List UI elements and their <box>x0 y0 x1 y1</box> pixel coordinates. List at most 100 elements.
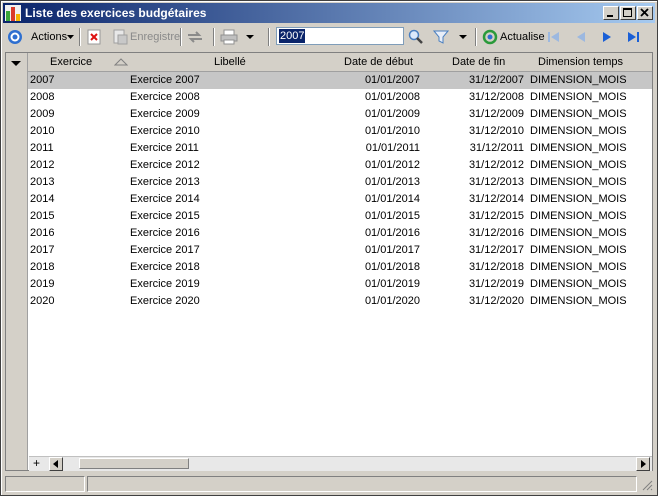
cell-dimension: DIMENSION_MOIS <box>530 261 627 273</box>
chevron-down-icon <box>67 35 75 39</box>
add-row-button[interactable]: + <box>33 457 40 470</box>
cell-dimension: DIMENSION_MOIS <box>530 125 627 137</box>
main-window: Liste des exercices budgétaires Actions <box>0 0 658 496</box>
cell-exercice: 2018 <box>30 261 55 273</box>
table-row[interactable]: 2018 Exercice 2018 01/01/2018 31/12/2018 DIM… <box>28 259 652 276</box>
scroll-left-button[interactable] <box>49 457 63 471</box>
cell-fin: 31/12/2019 <box>468 278 524 290</box>
chevron-down-icon <box>11 61 21 66</box>
cell-exercice: 2011 <box>30 142 54 154</box>
close-button[interactable] <box>637 6 653 20</box>
cell-fin: 31/12/2015 <box>468 210 524 222</box>
window-title: Liste des exercices budgétaires <box>25 6 207 20</box>
nav-next-button[interactable] <box>599 27 615 47</box>
table-row[interactable]: 2016 Exercice 2016 01/01/2016 31/12/2016 DIM… <box>28 225 652 242</box>
cell-libelle: Exercice 2020 <box>130 295 200 307</box>
print-button[interactable] <box>220 27 238 47</box>
arrow-right-icon <box>641 460 646 468</box>
cell-libelle: Exercice 2008 <box>130 91 200 103</box>
table-row[interactable]: 2011 Exercice 2011 01/01/2011 31/12/2011 DIM… <box>28 140 652 157</box>
minimize-button[interactable] <box>603 6 619 20</box>
cell-fin: 31/12/2014 <box>468 193 524 205</box>
nav-last-button[interactable] <box>625 27 641 47</box>
column-header-date-fin[interactable]: Date de fin <box>452 56 505 68</box>
cell-libelle: Exercice 2017 <box>130 244 200 256</box>
cell-dimension: DIMENSION_MOIS <box>530 159 627 171</box>
printer-icon <box>220 29 238 45</box>
cell-debut: 01/01/2013 <box>364 176 420 188</box>
search-button[interactable] <box>407 27 425 47</box>
cell-exercice: 2015 <box>30 210 55 222</box>
column-header-libelle[interactable]: Libellé <box>214 56 246 68</box>
refresh-button[interactable]: Actualise <box>482 27 545 47</box>
filter-dropdown-button[interactable] <box>459 27 467 47</box>
cell-fin: 31/12/2020 <box>468 295 524 307</box>
minimize-icon <box>607 15 613 17</box>
table-row[interactable]: 2015 Exercice 2015 01/01/2015 31/12/2015 DIM… <box>28 208 652 225</box>
cell-libelle: Exercice 2013 <box>130 176 200 188</box>
table-row[interactable]: 2007 Exercice 2007 01/01/2007 31/12/2007 DIM… <box>28 72 652 89</box>
column-chooser-button[interactable] <box>11 58 21 70</box>
table-row[interactable]: 2009 Exercice 2009 01/01/2009 31/12/2009 DIM… <box>28 106 652 123</box>
status-panel <box>5 476 85 492</box>
cell-debut: 01/01/2010 <box>364 125 420 137</box>
cell-exercice: 2019 <box>30 278 55 290</box>
column-header-exercice[interactable]: Exercice <box>50 56 92 68</box>
cell-dimension: DIMENSION_MOIS <box>530 193 627 205</box>
horizontal-scrollbar[interactable]: + <box>29 456 652 471</box>
search-input[interactable]: 2007 <box>276 27 404 45</box>
cell-debut: 01/01/2014 <box>364 193 420 205</box>
toolbar-separator <box>79 28 81 46</box>
print-dropdown-button[interactable] <box>246 27 254 47</box>
refresh-green-icon <box>482 29 498 45</box>
cell-exercice: 2012 <box>30 159 55 171</box>
cell-exercice: 2020 <box>30 295 55 307</box>
filter-button[interactable] <box>433 27 449 47</box>
maximize-button[interactable] <box>620 6 636 20</box>
delete-button[interactable] <box>86 27 102 47</box>
column-header-dimension-temps[interactable]: Dimension temps <box>538 56 623 68</box>
magnifier-icon <box>408 29 423 44</box>
cell-dimension: DIMENSION_MOIS <box>530 210 627 222</box>
cell-fin: 31/12/2013 <box>468 176 524 188</box>
circle-target-icon <box>8 30 22 44</box>
toolbar-separator <box>213 28 215 46</box>
cell-fin: 31/12/2008 <box>468 91 524 103</box>
table-row[interactable]: 2013 Exercice 2013 01/01/2013 31/12/2013 DIM… <box>28 174 652 191</box>
table-row[interactable]: 2010 Exercice 2010 01/01/2010 31/12/2010 DIM… <box>28 123 652 140</box>
cell-exercice: 2014 <box>30 193 55 205</box>
table-row[interactable]: 2014 Exercice 2014 01/01/2014 31/12/2014 DIM… <box>28 191 652 208</box>
table-row[interactable]: 2012 Exercice 2012 01/01/2012 31/12/2012 DIM… <box>28 157 652 174</box>
actions-label: Actions <box>31 31 68 43</box>
save-label: Enregistre <box>130 31 181 43</box>
table-row[interactable]: 2020 Exercice 2020 01/01/2020 31/12/2020 DIM… <box>28 293 652 310</box>
delete-icon <box>87 29 101 45</box>
resize-grip-icon[interactable] <box>641 479 653 491</box>
nav-first-button[interactable] <box>546 27 562 47</box>
cell-exercice: 2016 <box>30 227 55 239</box>
cell-exercice: 2008 <box>30 91 55 103</box>
cell-debut: 01/01/2020 <box>364 295 420 307</box>
cell-dimension: DIMENSION_MOIS <box>530 74 627 86</box>
refresh-label: Actualise <box>500 31 545 43</box>
sync-button[interactable] <box>186 27 204 47</box>
table-row[interactable]: 2017 Exercice 2017 01/01/2017 31/12/2017 DIM… <box>28 242 652 259</box>
cell-dimension: DIMENSION_MOIS <box>530 91 627 103</box>
table-row[interactable]: 2008 Exercice 2008 01/01/2008 31/12/2008 DIM… <box>28 89 652 106</box>
close-icon <box>640 8 649 17</box>
table-row[interactable]: 2019 Exercice 2019 01/01/2019 31/12/2019 DIM… <box>28 276 652 293</box>
actions-menu-button[interactable]: Actions <box>7 27 75 47</box>
column-header-date-debut[interactable]: Date de début <box>344 56 413 68</box>
status-panel <box>87 476 637 492</box>
cell-debut: 01/01/2012 <box>364 159 420 171</box>
chevron-down-icon <box>246 35 254 39</box>
cell-libelle: Exercice 2009 <box>130 108 200 120</box>
scroll-right-button[interactable] <box>636 457 650 471</box>
scroll-thumb[interactable] <box>79 458 189 469</box>
grid-header: Exercice Libellé Date de début Date de f… <box>28 53 652 72</box>
funnel-icon <box>433 30 449 44</box>
nav-prev-button[interactable] <box>573 27 589 47</box>
cell-exercice: 2017 <box>30 244 55 256</box>
cell-fin: 31/12/2017 <box>468 244 524 256</box>
save-button[interactable]: Enregistre <box>112 27 180 47</box>
